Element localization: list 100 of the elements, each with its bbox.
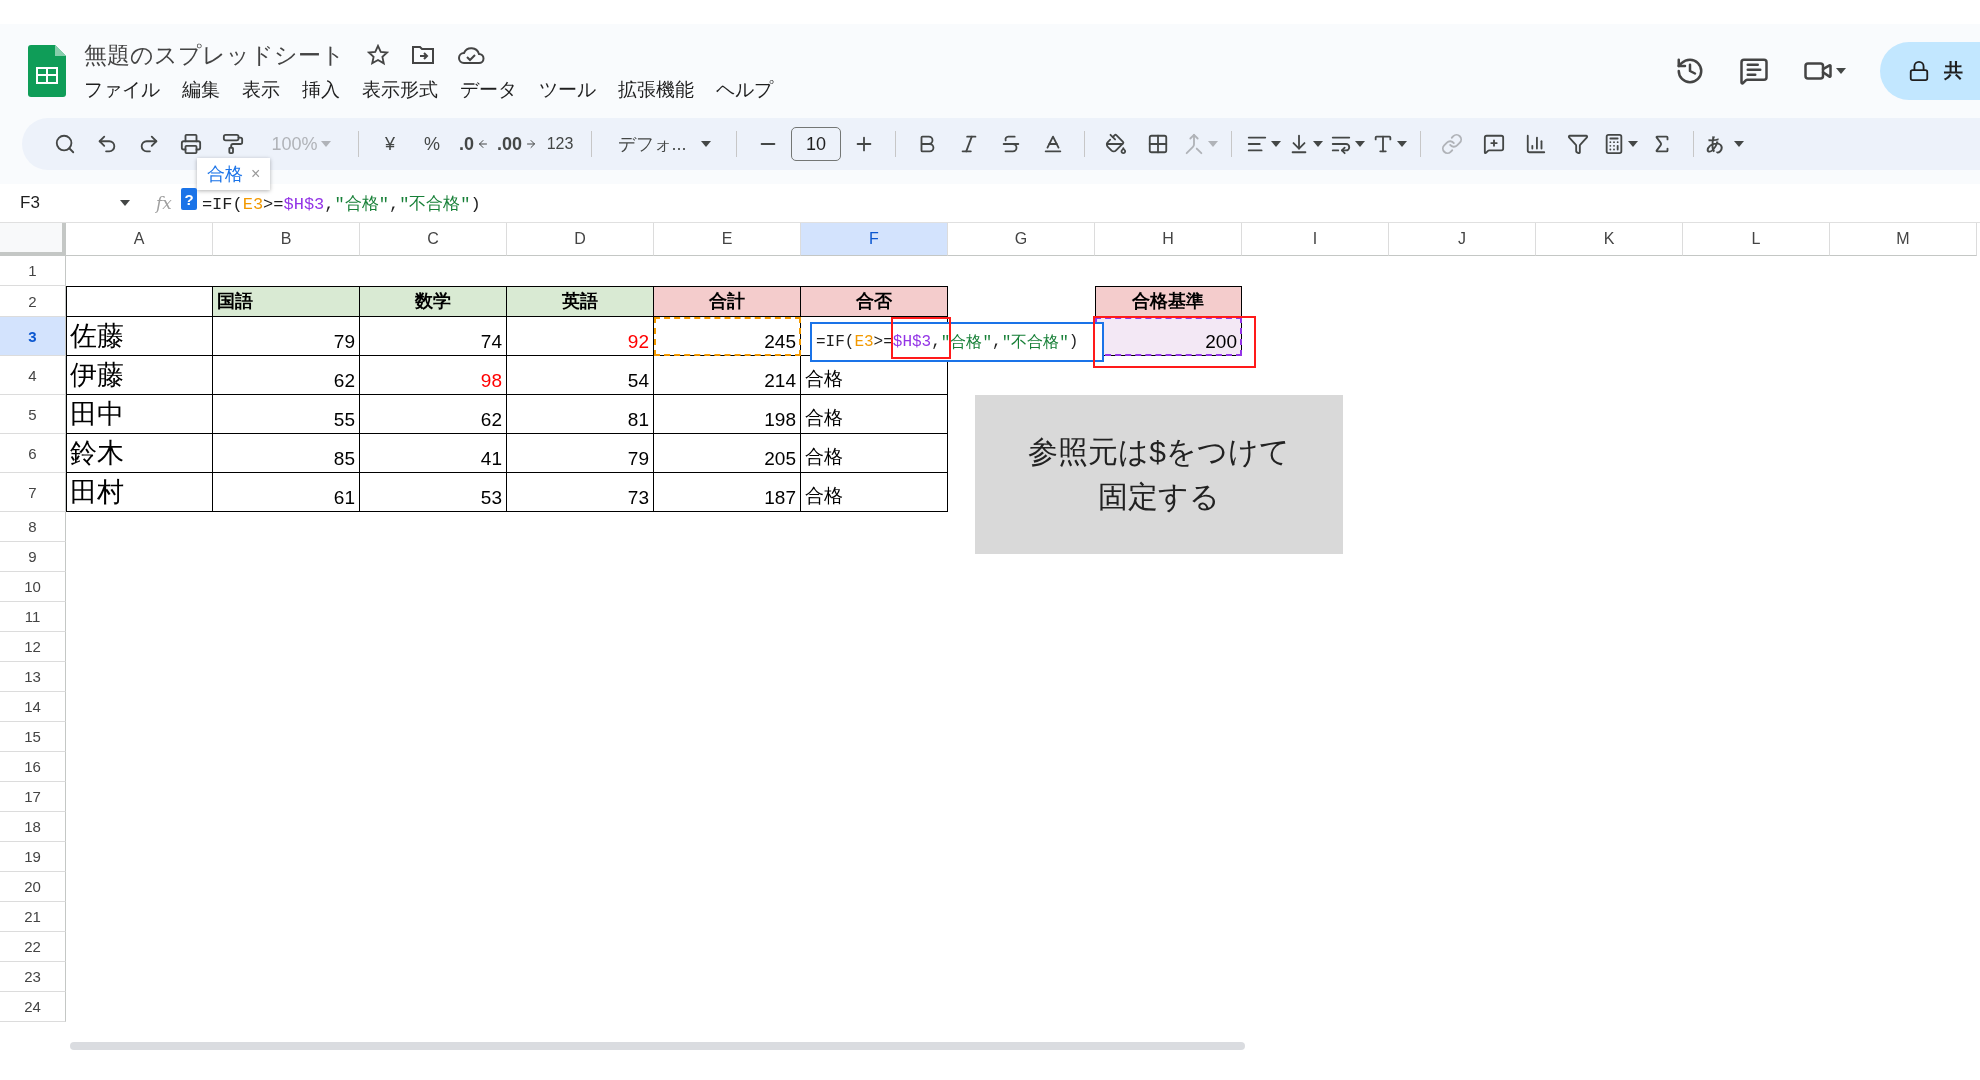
column-header[interactable]: L — [1683, 223, 1830, 256]
row-header[interactable]: 22 — [0, 932, 66, 962]
row-header[interactable]: 1 — [0, 256, 66, 286]
caret-icon — [120, 200, 130, 206]
caret-icon — [1354, 141, 1365, 147]
column-header[interactable]: C — [360, 223, 507, 256]
table-cell: 61 — [213, 473, 360, 512]
header-cell: 合計 — [654, 286, 801, 317]
suggestion-chip[interactable]: 合格 × — [197, 158, 271, 190]
row-header[interactable]: 11 — [0, 602, 66, 632]
currency-button[interactable]: ¥ — [371, 126, 409, 162]
row-header[interactable]: 6 — [0, 434, 66, 473]
table-cell: 81 — [507, 395, 654, 434]
increase-decimal-button[interactable]: .00 — [497, 126, 538, 162]
row-header[interactable]: 20 — [0, 872, 66, 902]
column-header[interactable]: A — [66, 223, 213, 256]
row-header[interactable]: 14 — [0, 692, 66, 722]
column-header[interactable]: I — [1242, 223, 1389, 256]
table-cell: 85 — [213, 434, 360, 473]
row-header[interactable]: 8 — [0, 512, 66, 542]
table-cell: 田村 — [66, 473, 213, 512]
column-header[interactable]: K — [1536, 223, 1683, 256]
row-header[interactable]: 16 — [0, 752, 66, 782]
menu-item[interactable]: 拡張機能 — [618, 76, 694, 103]
history-icon[interactable] — [1675, 56, 1705, 86]
header-cell: 合否 — [801, 286, 948, 317]
table-cell: 佐藤 — [66, 317, 213, 356]
caret-icon — [320, 141, 331, 147]
menu-item[interactable]: ツール — [539, 76, 596, 103]
number-format-button[interactable]: 123 — [541, 126, 580, 162]
row-header[interactable]: 21 — [0, 902, 66, 932]
document-title[interactable]: 無題のスプレッドシート — [84, 39, 345, 71]
filter-icon[interactable] — [1567, 133, 1590, 155]
note-text: 固定する — [1098, 478, 1220, 515]
fill-color-icon[interactable] — [1105, 133, 1128, 155]
comment-icon[interactable] — [1739, 56, 1769, 86]
menu-item[interactable]: ヘルプ — [716, 76, 773, 103]
undo-icon[interactable] — [96, 133, 118, 155]
table-cell: 198 — [654, 395, 801, 434]
row-header[interactable]: 24 — [0, 992, 66, 1022]
folder-icon[interactable] — [411, 45, 435, 65]
redo-icon[interactable] — [138, 133, 160, 155]
row-header[interactable]: 23 — [0, 962, 66, 992]
menu-item[interactable]: データ — [460, 76, 517, 103]
column-header[interactable]: E — [654, 223, 801, 256]
input-mode-button[interactable]: あ — [1706, 126, 1745, 162]
table-cell: 187 — [654, 473, 801, 512]
row-header[interactable]: 7 — [0, 473, 66, 512]
caret-icon — [1836, 68, 1846, 74]
paint-format-icon[interactable] — [222, 133, 244, 155]
row-header[interactable]: 15 — [0, 722, 66, 752]
menu-item[interactable]: 表示 — [242, 76, 280, 103]
help-badge[interactable]: ? — [181, 188, 197, 210]
column-header[interactable]: J — [1389, 223, 1536, 256]
arrow-right-icon — [525, 138, 538, 150]
row-header[interactable]: 9 — [0, 542, 66, 572]
font-select[interactable]: デフォ... — [604, 126, 725, 162]
menu-item[interactable]: 編集 — [182, 76, 220, 103]
formula-field[interactable]: =IF(E3>=$H$3,"合格","不合格") — [201, 191, 481, 215]
decrease-decimal-button[interactable]: .0 — [455, 126, 493, 162]
row-header[interactable]: 19 — [0, 842, 66, 872]
row-header[interactable]: 18 — [0, 812, 66, 842]
row-header[interactable]: 2 — [0, 286, 66, 317]
borders-icon[interactable] — [1147, 133, 1170, 155]
table-cell: 合格 — [801, 395, 948, 434]
fx-label: fx — [156, 193, 172, 213]
table-cell: 79 — [213, 317, 360, 356]
table-cell: 98 — [360, 356, 507, 395]
menu-item[interactable]: 挿入 — [302, 76, 340, 103]
row-header[interactable]: 12 — [0, 632, 66, 662]
cloud-check-icon[interactable] — [457, 45, 485, 65]
row-header[interactable]: 4 — [0, 356, 66, 395]
scrollbar[interactable] — [70, 1042, 1245, 1050]
menu-item[interactable]: 表示形式 — [362, 76, 438, 103]
column-header[interactable]: G — [948, 223, 1095, 256]
row-header[interactable]: 5 — [0, 395, 66, 434]
caret-icon — [1396, 141, 1407, 147]
row-header[interactable]: 13 — [0, 662, 66, 692]
column-header[interactable]: B — [213, 223, 360, 256]
row-header[interactable]: 3 — [0, 317, 66, 356]
column-header[interactable]: M — [1830, 223, 1977, 256]
column-header[interactable]: H — [1095, 223, 1242, 256]
chart-icon[interactable] — [1525, 133, 1548, 155]
table-cell: 245 — [654, 317, 801, 356]
arrow-left-icon — [477, 138, 489, 150]
table-cell: 74 — [360, 317, 507, 356]
share-button[interactable]: 共 — [1880, 42, 1980, 100]
column-header[interactable]: F — [801, 223, 948, 256]
menu-item[interactable]: ファイル — [84, 76, 160, 103]
column-header[interactable]: D — [507, 223, 654, 256]
font-size-field[interactable]: 10 — [791, 127, 842, 161]
print-icon[interactable] — [180, 133, 202, 155]
star-icon[interactable] — [367, 44, 389, 66]
name-box[interactable]: F3 — [20, 193, 120, 213]
sheets-logo-icon[interactable] — [28, 45, 66, 97]
row-header[interactable]: 10 — [0, 572, 66, 602]
search-icon[interactable] — [54, 133, 76, 155]
row-header[interactable]: 17 — [0, 782, 66, 812]
add-comment-icon[interactable] — [1483, 133, 1506, 155]
percent-button[interactable]: % — [413, 126, 451, 162]
